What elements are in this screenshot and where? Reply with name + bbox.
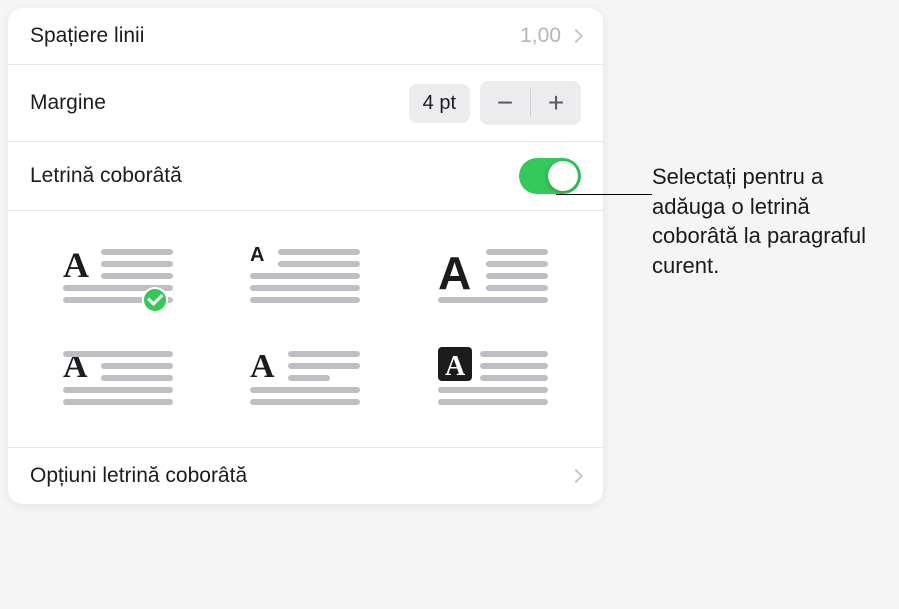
drop-cap-styles-grid: A A A: [8, 211, 603, 448]
formatting-panel: Spațiere linii 1,00 Margine 4 pt − + Let…: [8, 8, 603, 504]
line-spacing-row[interactable]: Spațiere linii 1,00: [8, 8, 603, 65]
margin-increment-button[interactable]: +: [531, 81, 581, 125]
chevron-right-icon: [569, 469, 583, 483]
line-spacing-value-group: 1,00: [520, 24, 581, 48]
chevron-right-icon: [569, 29, 583, 43]
drop-cap-style-3-icon: A: [438, 243, 548, 307]
svg-text:A: A: [250, 244, 264, 266]
drop-cap-row: Letrină coborâtă: [8, 142, 603, 211]
line-spacing-label: Spațiere linii: [30, 24, 144, 48]
callout-leader-line: [556, 194, 652, 195]
toggle-knob: [548, 161, 578, 191]
margin-stepper: − +: [480, 81, 581, 125]
svg-text:A: A: [63, 245, 89, 285]
drop-cap-style-4-icon: A: [63, 345, 173, 409]
drop-cap-style-5[interactable]: A: [232, 341, 380, 413]
drop-cap-style-5-icon: A: [250, 345, 360, 409]
drop-cap-options-label: Opțiuni letrină coborâtă: [30, 464, 247, 488]
drop-cap-label: Letrină coborâtă: [30, 164, 182, 188]
drop-cap-options-row[interactable]: Opțiuni letrină coborâtă: [8, 448, 603, 504]
line-spacing-value: 1,00: [520, 24, 561, 48]
margin-label: Margine: [30, 91, 106, 115]
margin-row: Margine 4 pt − +: [8, 65, 603, 142]
drop-cap-style-2[interactable]: A: [232, 239, 380, 311]
drop-cap-style-6[interactable]: A: [419, 341, 567, 413]
drop-cap-style-3[interactable]: A: [419, 239, 567, 311]
margin-controls: 4 pt − +: [409, 81, 581, 125]
drop-cap-style-6-icon: A: [438, 345, 548, 409]
drop-cap-style-4[interactable]: A: [44, 341, 192, 413]
svg-text:A: A: [438, 247, 471, 299]
svg-text:A: A: [445, 351, 466, 382]
callout-text: Selectați pentru a adăuga o letrină cobo…: [652, 162, 884, 281]
drop-cap-style-1[interactable]: A: [44, 239, 192, 311]
margin-value[interactable]: 4 pt: [409, 84, 470, 123]
drop-cap-toggle[interactable]: [519, 158, 581, 194]
margin-decrement-button[interactable]: −: [480, 81, 530, 125]
drop-cap-style-2-icon: A: [250, 243, 360, 307]
selected-check-icon: [142, 287, 168, 313]
svg-text:A: A: [250, 348, 275, 385]
